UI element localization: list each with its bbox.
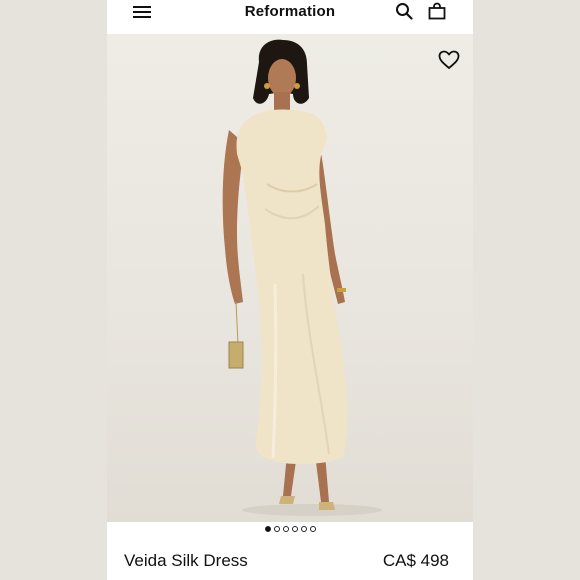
top-navigation-bar: Reformation	[107, 0, 473, 34]
model-photo	[222, 39, 382, 516]
carousel-dot-2[interactable]	[273, 526, 280, 532]
image-carousel-indicator	[107, 526, 473, 538]
carousel-dot-5[interactable]	[300, 526, 307, 532]
search-icon[interactable]	[395, 2, 413, 20]
carousel-dot-1[interactable]	[264, 526, 271, 532]
product-name: Veida Silk Dress	[124, 551, 248, 570]
product-image[interactable]	[107, 34, 473, 522]
carousel-dot-3[interactable]	[282, 526, 289, 532]
carousel-dot-6[interactable]	[309, 526, 316, 532]
heart-icon[interactable]	[438, 50, 460, 70]
bag-icon[interactable]	[428, 2, 446, 20]
brand-logo[interactable]: Reformation	[107, 3, 473, 20]
product-page: Reformation Veida Silk Dress CA$ 498	[107, 0, 473, 580]
carousel-dot-4[interactable]	[291, 526, 298, 532]
product-price: CA$ 498	[382, 551, 449, 570]
